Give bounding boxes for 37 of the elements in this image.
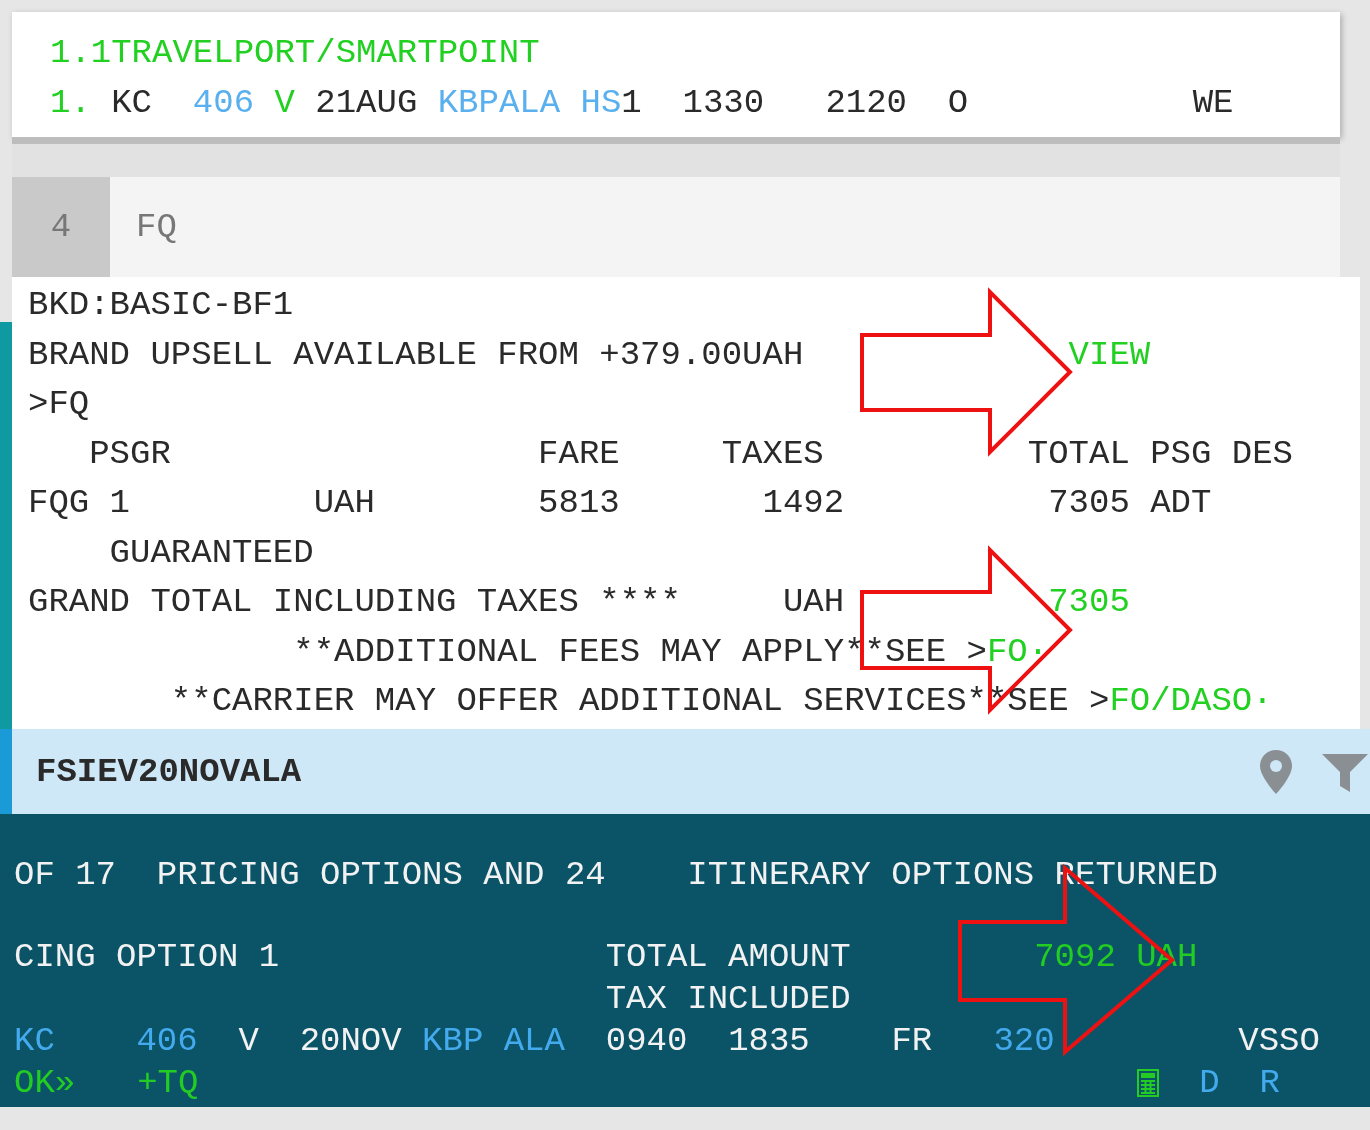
calculator-icon[interactable] <box>1137 1069 1160 1097</box>
terminal-text: TAX INCLUDED <box>604 979 851 1020</box>
terminal-text: 320 <box>992 1021 1055 1062</box>
terminal-text: KBP ALA <box>421 1021 565 1062</box>
terminal-text: V <box>273 83 295 124</box>
terminal-link[interactable]: FO/DASO· <box>1109 677 1273 727</box>
command-text: FQ <box>135 207 177 248</box>
terminal-link[interactable]: +TQ <box>137 1062 199 1104</box>
terminal-link[interactable]: R <box>1259 1062 1280 1104</box>
terminal-text: 406 <box>192 83 255 124</box>
terminal-text: VSSO <box>1237 1021 1320 1062</box>
terminal-text: 1.1TRAVELPORT/SMARTPOINT <box>50 33 540 74</box>
terminal-text: 406 <box>135 1021 198 1062</box>
command-query[interactable]: FSIEV20NOVALA <box>36 752 1232 791</box>
terminal-text: BKD:BASIC-BF1 <box>28 285 294 326</box>
terminal-link[interactable]: FO· <box>986 627 1049 677</box>
terminal-text: KC <box>110 83 154 124</box>
terminal-text: 1 1330 2120 O WE <box>621 83 1234 124</box>
terminal-text: >FQ <box>28 384 90 425</box>
terminal-text: KBPALA HS <box>437 83 622 124</box>
terminal-text: FQG 1 UAH 5813 1492 7305 ADT <box>28 483 1212 524</box>
location-pin-icon[interactable] <box>1258 747 1294 796</box>
terminal-text: CING OPTION 1 TOTAL AMOUNT <box>14 937 851 978</box>
terminal-text: 21AUG <box>314 83 419 124</box>
terminal-text: KC <box>14 1021 55 1062</box>
terminal-text: V 20NOV <box>237 1021 402 1062</box>
terminal-text: GRAND TOTAL INCLUDING TAXES **** UAH <box>28 582 845 623</box>
terminal-text: PSGR FARE TAXES TOTAL PSG DES <box>88 433 1293 475</box>
terminal-link[interactable]: 7305 <box>844 578 1130 628</box>
terminal-text: 0940 1835 FR <box>604 1021 933 1062</box>
terminal-text: 1. <box>50 83 91 124</box>
terminal-text: GUARANTEED <box>108 532 314 574</box>
command-number: 4 <box>12 177 110 277</box>
terminal-text: BRAND UPSELL AVAILABLE FROM +379.00UAH <box>28 334 804 376</box>
terminal-link[interactable]: OK» <box>14 1062 76 1104</box>
terminal-link[interactable]: D <box>1199 1062 1220 1104</box>
terminal-link[interactable]: VIEW <box>803 330 1151 380</box>
